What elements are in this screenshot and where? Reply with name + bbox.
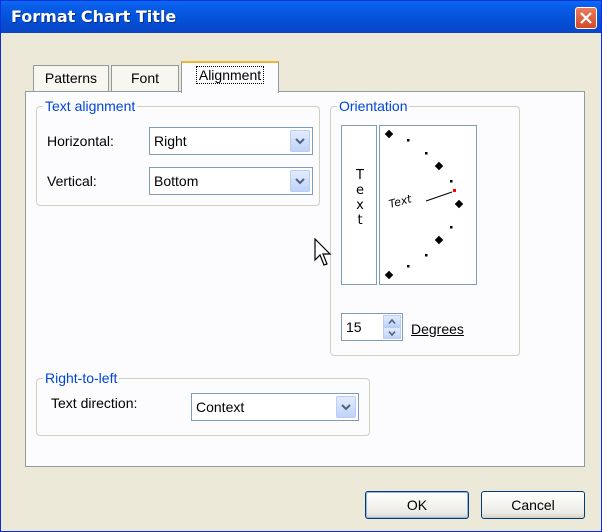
horizontal-dropdown-button[interactable]	[290, 130, 310, 152]
tab-label: Patterns	[44, 70, 98, 86]
horizontal-label: Horizontal:	[47, 133, 114, 149]
vertical-label: Vertical:	[47, 173, 97, 189]
vertical-text-letter: e	[356, 183, 364, 198]
ok-button[interactable]: OK	[365, 491, 469, 519]
vertical-select[interactable]: Bottom	[149, 167, 313, 195]
horizontal-select[interactable]: Right	[149, 127, 313, 155]
tab-label: Alignment	[195, 66, 265, 84]
right-to-left-group: Right-to-left Text direction: Context	[36, 370, 370, 436]
vertical-text-letter: t	[357, 213, 363, 228]
spin-down-icon	[388, 330, 396, 336]
chevron-down-icon	[295, 178, 305, 185]
vertical-text-option[interactable]: T e x t	[341, 125, 377, 285]
text-alignment-group: Text alignment Horizontal: Right Vertica…	[36, 98, 320, 206]
tab-alignment[interactable]: Alignment	[181, 61, 279, 93]
window-title: Format Chart Title	[11, 7, 177, 26]
dial-text: Text	[387, 192, 413, 211]
horizontal-value: Right	[154, 133, 187, 149]
alignment-panel: Text alignment Horizontal: Right Vertica…	[25, 91, 585, 467]
degrees-value: 15	[346, 319, 362, 335]
orientation-group: Orientation T e x t Text 15 Degrees	[330, 98, 520, 356]
spin-up-button[interactable]	[383, 315, 401, 327]
text-direction-dropdown-button[interactable]	[336, 396, 356, 418]
text-direction-label: Text direction:	[51, 395, 138, 411]
mouse-pointer-icon	[314, 238, 332, 266]
chevron-down-icon	[341, 404, 351, 411]
tab-patterns[interactable]: Patterns	[33, 65, 109, 91]
vertical-text-letter: x	[356, 198, 364, 213]
text-alignment-legend: Text alignment	[43, 98, 138, 114]
degrees-label: Degrees	[411, 321, 464, 337]
vertical-text-letter: T	[356, 168, 364, 183]
title-bar: Format Chart Title	[1, 1, 601, 33]
degrees-spinner[interactable]: 15	[341, 313, 403, 341]
orientation-legend: Orientation	[337, 98, 410, 114]
tab-font[interactable]: Font	[111, 65, 179, 91]
right-to-left-legend: Right-to-left	[43, 370, 120, 386]
orientation-dial[interactable]: Text	[379, 125, 477, 285]
spin-down-button[interactable]	[383, 327, 401, 339]
text-direction-value: Context	[196, 399, 245, 415]
vertical-dropdown-button[interactable]	[290, 170, 310, 192]
spin-up-icon	[388, 318, 396, 324]
close-icon	[580, 12, 592, 24]
format-chart-title-dialog: Format Chart Title Patterns Font Alignme…	[0, 0, 602, 532]
text-direction-select[interactable]: Context	[191, 393, 359, 421]
close-button[interactable]	[575, 7, 597, 29]
chevron-down-icon	[295, 138, 305, 145]
cancel-button[interactable]: Cancel	[481, 491, 585, 519]
tab-label: Font	[130, 70, 159, 86]
orientation-dial-graphic: Text	[384, 129, 464, 280]
vertical-value: Bottom	[154, 173, 199, 189]
